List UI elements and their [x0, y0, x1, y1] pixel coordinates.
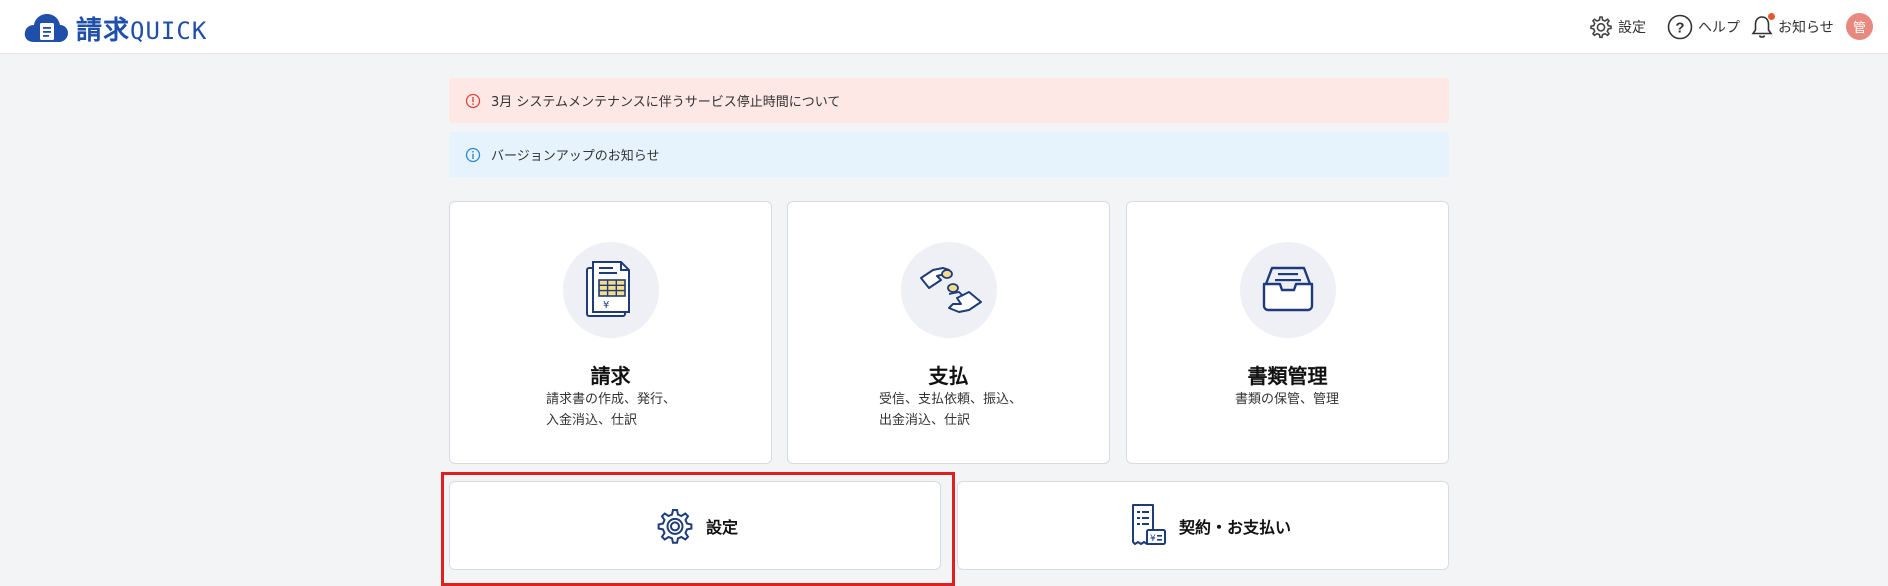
- settings-button-label: 設定: [706, 517, 739, 537]
- app-header: 請求QUICK 設定 ? ヘルプ お知らせ 管: [0, 0, 1888, 54]
- alert-circle-icon: [465, 93, 481, 108]
- question-circle-icon: ?: [1667, 14, 1693, 40]
- document-icon-circle: [1239, 242, 1336, 338]
- payment-card-title: 支払: [928, 364, 969, 388]
- info-circle-icon: [465, 147, 481, 162]
- header-help-button[interactable]: ? ヘルプ: [1666, 12, 1740, 42]
- settings-button[interactable]: 設定: [449, 481, 941, 570]
- logo-text: 請求QUICK: [76, 10, 207, 47]
- document-management-card-description: 書類の保管、管理: [1235, 392, 1340, 407]
- invoice-card[interactable]: ¥ 請求 請求書の作成、発行、 入金消込、仕訳: [449, 201, 772, 464]
- invoice-card-description: 請求書の作成、発行、 入金消込、仕訳: [546, 392, 677, 428]
- document-management-card-title: 書類管理: [1247, 364, 1328, 388]
- payment-card[interactable]: 支払 受信、支払依頼、振込、 出金消込、仕訳: [787, 201, 1110, 464]
- svg-text:¥: ¥: [1150, 534, 1156, 544]
- version-up-notice[interactable]: バージョンアップのお知らせ: [449, 132, 1449, 177]
- receipt-icon: ¥: [1132, 503, 1166, 545]
- version-up-notice-text: バージョンアップのお知らせ: [491, 149, 660, 164]
- svg-text:¥: ¥: [603, 300, 609, 311]
- gear-icon: [1590, 16, 1612, 39]
- cloud-document-logo-icon: [24, 14, 68, 42]
- contract-payment-button-label: 契約・お支払い: [1179, 517, 1292, 537]
- invoice-icon-circle: ¥: [562, 242, 659, 338]
- document-management-card[interactable]: 書類管理 書類の保管、管理: [1126, 201, 1449, 464]
- logo-main-text: 請求: [76, 15, 131, 46]
- logo-sub-text: QUICK: [130, 16, 208, 45]
- app-logo[interactable]: 請求QUICK: [22, 10, 207, 46]
- maintenance-alert[interactable]: 3月 システムメンテナンスに伴うサービス停止時間について: [449, 78, 1449, 123]
- payment-card-description: 受信、支払依頼、振込、 出金消込、仕訳: [879, 392, 1023, 428]
- header-notifications-button[interactable]: お知らせ: [1750, 12, 1834, 42]
- header-settings-label: 設定: [1618, 20, 1646, 36]
- notification-badge-dot: [1767, 12, 1776, 21]
- svg-text:?: ?: [1675, 20, 1684, 37]
- hand-payment-icon: [919, 267, 982, 313]
- gear-icon: [657, 508, 693, 544]
- invoice-document-icon: ¥: [585, 261, 630, 317]
- document-tray-icon: [1262, 266, 1313, 312]
- header-notifications-label: お知らせ: [1778, 20, 1834, 36]
- invoice-card-title: 請求: [590, 364, 631, 388]
- avatar-initial: 管: [1852, 21, 1866, 36]
- header-settings-button[interactable]: 設定: [1586, 12, 1646, 42]
- contract-payment-button[interactable]: ¥ 契約・お支払い: [957, 481, 1449, 570]
- user-avatar[interactable]: 管: [1846, 13, 1873, 40]
- maintenance-alert-text: 3月 システムメンテナンスに伴うサービス停止時間について: [491, 95, 841, 110]
- payment-icon-circle: [900, 242, 997, 338]
- header-help-label: ヘルプ: [1698, 20, 1740, 36]
